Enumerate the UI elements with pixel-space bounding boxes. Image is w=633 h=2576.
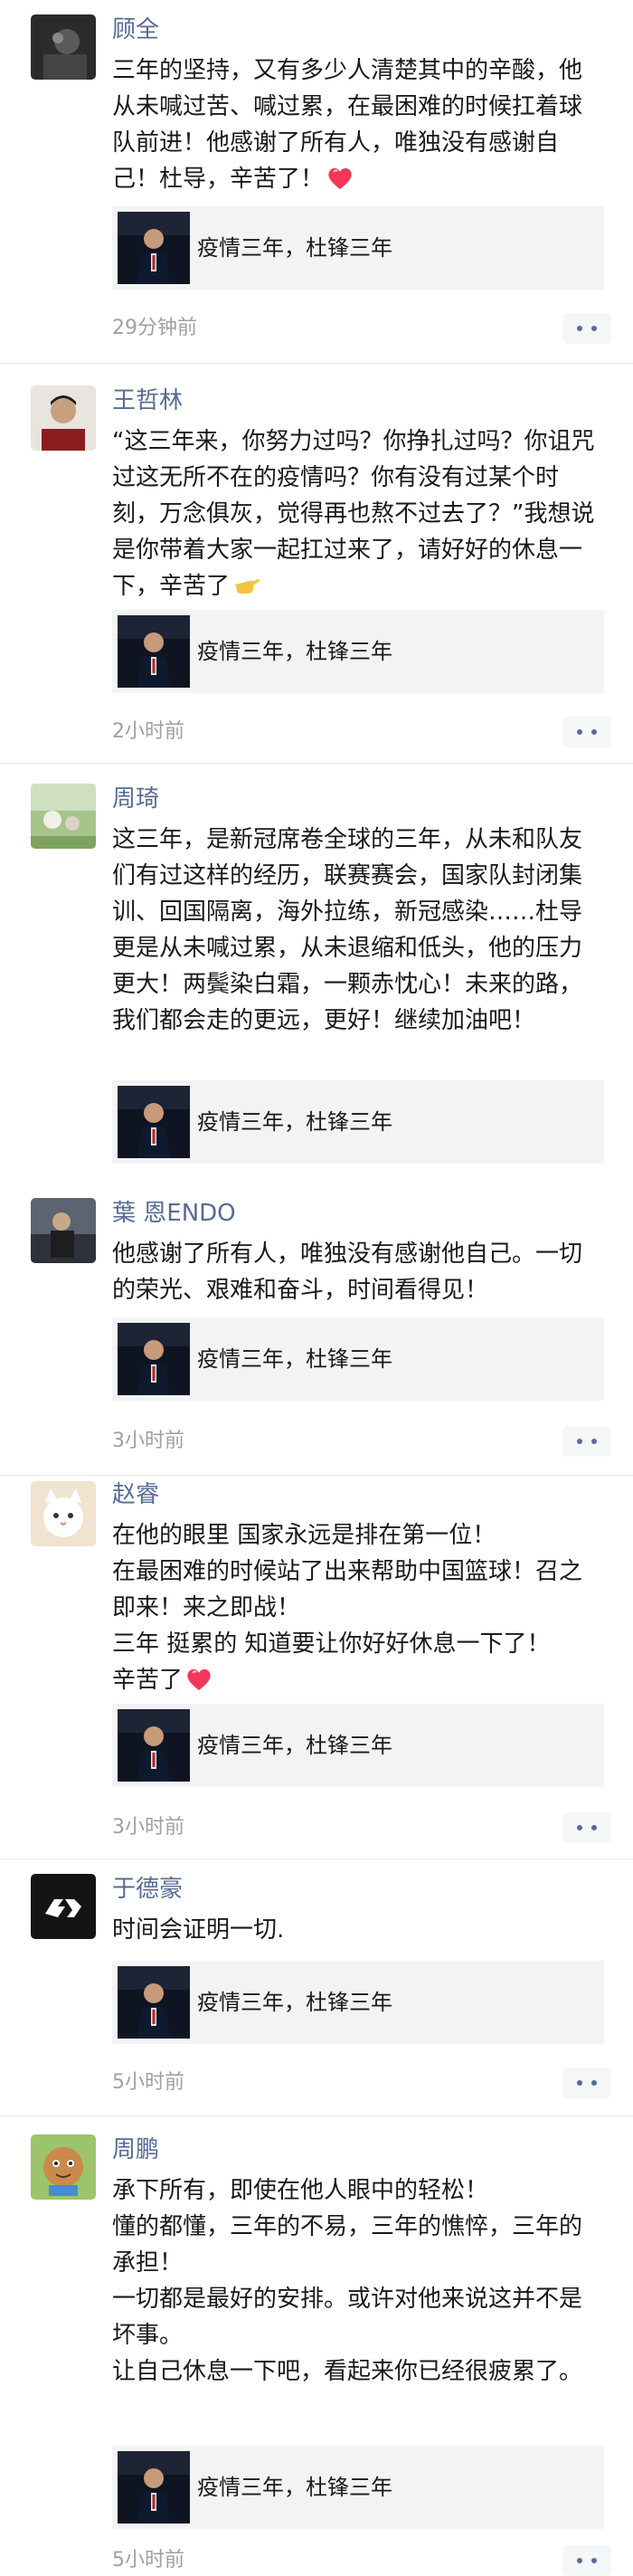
shared-article[interactable]: 疫情三年，杜锋三年 <box>112 1704 604 1787</box>
avatar[interactable] <box>31 14 96 80</box>
avatar[interactable] <box>31 385 96 451</box>
post-text: 三年的坚持，又有多少人清楚其中的辛酸，他从未喊过苦、喊过累，在最困难的时候扛着球… <box>112 57 583 193</box>
shared-article[interactable]: 疫情三年，杜锋三年 <box>112 206 604 290</box>
avatar[interactable] <box>31 2134 96 2200</box>
article-thumbnail <box>118 1086 190 1158</box>
post-time: 3小时前 <box>112 1816 184 1839</box>
author-name[interactable]: 王哲林 <box>112 384 183 418</box>
post-time: 5小时前 <box>112 2549 184 2571</box>
divider <box>0 1858 633 1859</box>
more-options-button[interactable] <box>562 2067 611 2098</box>
article-thumbnail <box>118 1709 190 1782</box>
author-name[interactable]: 于德豪 <box>112 1872 183 1906</box>
shared-article[interactable]: 疫情三年，杜锋三年 <box>112 1080 604 1164</box>
more-options-button[interactable] <box>562 2545 611 2576</box>
more-options-button[interactable] <box>562 717 611 747</box>
article-thumbnail <box>118 1966 190 2039</box>
author-name[interactable]: 周鹏 <box>112 2133 159 2167</box>
post-text: 他感谢了所有人，唯独没有感谢他自己。一切的荣光、艰难和奋斗，时间看得见！ <box>112 1240 583 1304</box>
avatar[interactable] <box>31 1481 96 1546</box>
post-text: “这三年来，你努力过吗？你挣扎过吗？你诅咒过这无所不在的疫情吗？你有没有过某个时… <box>112 428 595 600</box>
article-title: 疫情三年，杜锋三年 <box>197 2475 392 2500</box>
divider <box>0 2115 633 2116</box>
avatar[interactable] <box>31 1874 96 1939</box>
article-thumbnail <box>118 2451 190 2524</box>
more-options-button[interactable] <box>562 313 611 344</box>
article-thumbnail <box>118 615 190 688</box>
article-title: 疫情三年，杜锋三年 <box>197 1990 392 2015</box>
post-text: 承下所有，即使在他人眼中的轻松！ 懂的都懂，三年的不易，三年的憔悴，三年的承担！… <box>112 2177 583 2385</box>
divider <box>0 763 633 764</box>
post-text: 这三年，是新冠席卷全球的三年，从未和队友们有过这样的经历，联赛赛会，国家队封闭集… <box>112 826 583 1034</box>
pointing-hand-icon <box>235 579 260 594</box>
post-time: 5小时前 <box>112 2071 184 2094</box>
avatar[interactable] <box>31 1198 96 1263</box>
article-title: 疫情三年，杜锋三年 <box>197 639 392 664</box>
avatar[interactable] <box>31 784 96 849</box>
article-title: 疫情三年，杜锋三年 <box>197 1346 392 1372</box>
heart-icon <box>187 1668 211 1690</box>
more-options-button[interactable] <box>562 1812 611 1843</box>
author-name[interactable]: 顾全 <box>112 13 159 47</box>
heart-icon <box>328 167 352 189</box>
divider <box>0 1475 633 1476</box>
shared-article[interactable]: 疫情三年，杜锋三年 <box>112 1317 604 1401</box>
shared-article[interactable]: 疫情三年，杜锋三年 <box>112 1961 604 2044</box>
post-time: 29分钟前 <box>112 317 197 339</box>
more-options-button[interactable] <box>562 1426 611 1457</box>
shared-article[interactable]: 疫情三年，杜锋三年 <box>112 2446 604 2529</box>
article-title: 疫情三年，杜锋三年 <box>197 1109 392 1135</box>
article-thumbnail <box>118 212 190 284</box>
article-thumbnail <box>118 1323 190 1395</box>
author-name[interactable]: 葉 恩ENDO <box>112 1196 236 1231</box>
shared-article[interactable]: 疫情三年，杜锋三年 <box>112 610 604 693</box>
author-name[interactable]: 周琦 <box>112 782 159 816</box>
post-text: 在他的眼里 国家永远是排在第一位！ 在最困难的时候站了出来帮助中国篮球！召之即来… <box>112 1522 583 1694</box>
divider <box>0 363 633 364</box>
article-title: 疫情三年，杜锋三年 <box>197 235 392 261</box>
post-time: 2小时前 <box>112 720 184 743</box>
author-name[interactable]: 赵睿 <box>112 1478 159 1512</box>
article-title: 疫情三年，杜锋三年 <box>197 1733 392 1758</box>
post-text: 时间会证明一切. <box>112 1916 285 1944</box>
post-time: 3小时前 <box>112 1430 184 1452</box>
